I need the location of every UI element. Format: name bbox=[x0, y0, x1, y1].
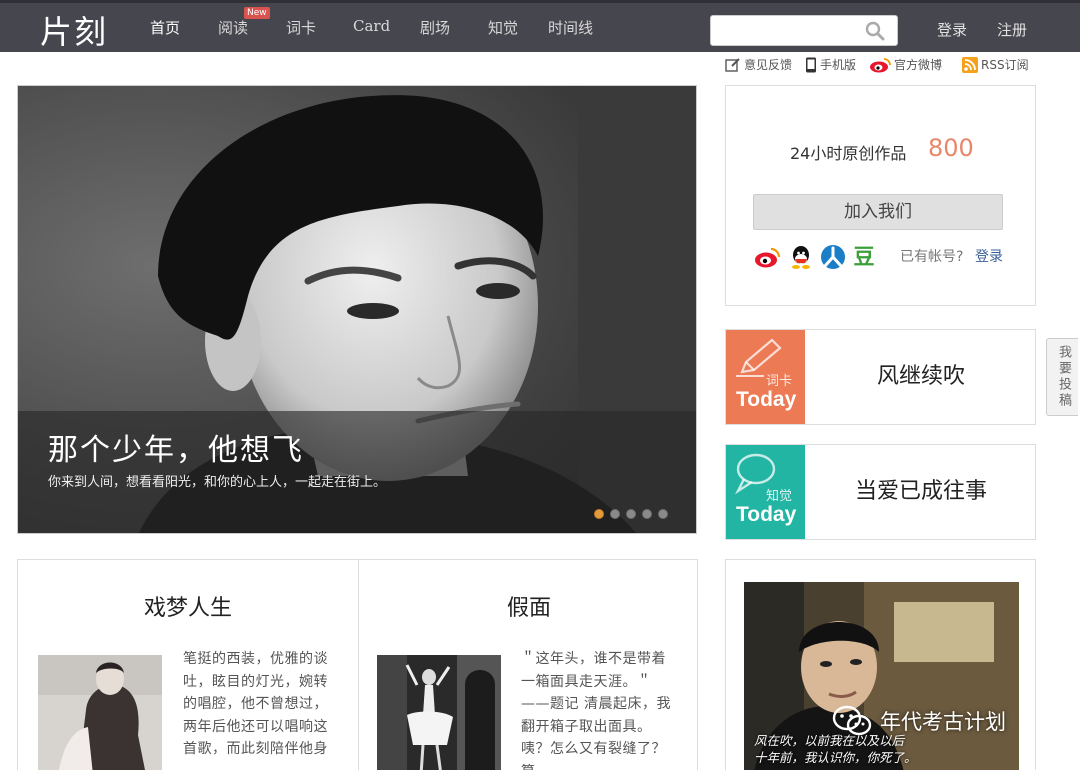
slider-dot-4[interactable] bbox=[642, 509, 652, 519]
nav-item-home[interactable]: 首页 bbox=[150, 17, 180, 38]
new-badge: New bbox=[244, 7, 270, 19]
has-account-text: 已有帐号? bbox=[900, 249, 964, 265]
hero-subtitle: 你来到人间，想看看阳光，和你的心上人，一起走在街上。 bbox=[48, 475, 387, 490]
today-card-ci[interactable]: 词卡 Today 风继续吹 bbox=[725, 329, 1036, 425]
article-thumbnail[interactable] bbox=[377, 655, 501, 770]
works-count-label: 24小时原创作品 bbox=[790, 144, 907, 163]
slider-dot-5[interactable] bbox=[658, 509, 668, 519]
today-tile-ci: 词卡 Today bbox=[726, 330, 805, 424]
qq-icon[interactable] bbox=[788, 244, 814, 270]
slider-dot-1[interactable] bbox=[594, 509, 604, 519]
article-title[interactable]: 假面 bbox=[359, 590, 699, 622]
article-title[interactable]: 戏梦人生 bbox=[18, 590, 358, 622]
contribute-tab[interactable]: 我要投稿 bbox=[1046, 338, 1078, 416]
slider-dots bbox=[594, 509, 668, 519]
phone-icon bbox=[806, 57, 816, 72]
side-photo[interactable]: 风在吹，以前我在以及以后 十年前，我认识你，你死了。 bbox=[744, 582, 1019, 770]
slider-dot-2[interactable] bbox=[610, 509, 620, 519]
nav-item-perception[interactable]: 知觉 bbox=[488, 17, 518, 38]
article-card-2[interactable]: 假面 ＂这年头，谁不是带着一箱面具走天涯。＂——题记 清晨起床，我翻开箱子取出面… bbox=[359, 560, 699, 770]
douban-icon[interactable]: 豆 bbox=[851, 244, 877, 270]
site-logo[interactable]: 片刻 bbox=[40, 7, 108, 53]
login-link[interactable]: 登录 bbox=[937, 19, 967, 40]
rss-icon bbox=[962, 56, 978, 73]
article-thumbnail[interactable] bbox=[38, 655, 162, 770]
wechat-watermark: 年代考古计划 bbox=[832, 705, 1006, 737]
weibo-icon[interactable] bbox=[754, 244, 780, 270]
side-photo-card[interactable]: 风在吹，以前我在以及以后 十年前，我认识你，你死了。 bbox=[725, 559, 1036, 770]
nav-item-timeline[interactable]: 时间线 bbox=[548, 17, 593, 38]
today-title-zhijue[interactable]: 当爱已成往事 bbox=[805, 445, 1037, 539]
join-button[interactable]: 加入我们 bbox=[753, 194, 1003, 230]
top-nav: 片刻 首页 阅读 New 词卡 Card 剧场 知觉 时间线 登录 注册 bbox=[0, 0, 1080, 52]
search-input[interactable] bbox=[711, 16, 861, 45]
sidebar-login-link[interactable]: 登录 bbox=[975, 246, 1003, 266]
today-card-zhijue[interactable]: 知觉 Today 当爱已成往事 bbox=[725, 444, 1036, 540]
renren-icon[interactable] bbox=[820, 244, 846, 270]
wechat-icon bbox=[832, 705, 872, 736]
nav-item-theater[interactable]: 剧场 bbox=[420, 17, 450, 38]
side-photo-caption: 风在吹，以前我在以及以后 十年前，我认识你，你死了。 bbox=[754, 733, 917, 765]
mobile-link[interactable]: 手机版 bbox=[805, 56, 856, 73]
register-link[interactable]: 注册 bbox=[997, 19, 1027, 40]
article-excerpt: ＂这年头，谁不是带着一箱面具走天涯。＂——题记 清晨起床，我翻开箱子取出面具。咦… bbox=[521, 651, 671, 770]
nav-item-read[interactable]: 阅读 bbox=[218, 17, 248, 38]
hero-title[interactable]: 那个少年，他想飞 bbox=[48, 425, 304, 469]
edit-icon bbox=[725, 57, 740, 72]
nav-item-cards[interactable]: 词卡 bbox=[286, 17, 316, 38]
join-card: 24小时原创作品 800 加入我们 豆 已有帐号? 登录 bbox=[725, 85, 1036, 306]
article-card-1[interactable]: 戏梦人生 笔挺的西装，优雅的谈吐，眩目的灯光，婉转的唱腔，他不曾想过，两年后他还… bbox=[18, 560, 358, 770]
today-title-ci[interactable]: 风继续吹 bbox=[805, 330, 1037, 424]
weibo-link[interactable]: 官方微博 bbox=[869, 56, 942, 73]
search-icon[interactable] bbox=[865, 21, 885, 41]
hero-slider[interactable]: 那个少年，他想飞 你来到人间，想看看阳光，和你的心上人，一起走在街上。 bbox=[17, 85, 697, 534]
nav-item-card[interactable]: Card bbox=[353, 17, 390, 35]
slider-dot-3[interactable] bbox=[626, 509, 636, 519]
weibo-icon bbox=[870, 57, 891, 72]
feedback-link[interactable]: 意见反馈 bbox=[725, 56, 792, 73]
today-tile-zhijue: 知觉 Today bbox=[726, 445, 805, 539]
rss-link[interactable]: RSS订阅 bbox=[962, 56, 1029, 73]
article-grid: 戏梦人生 笔挺的西装，优雅的谈吐，眩目的灯光，婉转的唱腔，他不曾想过，两年后他还… bbox=[17, 559, 698, 770]
works-count-value: 800 bbox=[928, 134, 974, 162]
search-box bbox=[710, 15, 898, 46]
article-excerpt: 笔挺的西装，优雅的谈吐，眩目的灯光，婉转的唱腔，他不曾想过，两年后他还可以唱响这… bbox=[183, 651, 328, 757]
